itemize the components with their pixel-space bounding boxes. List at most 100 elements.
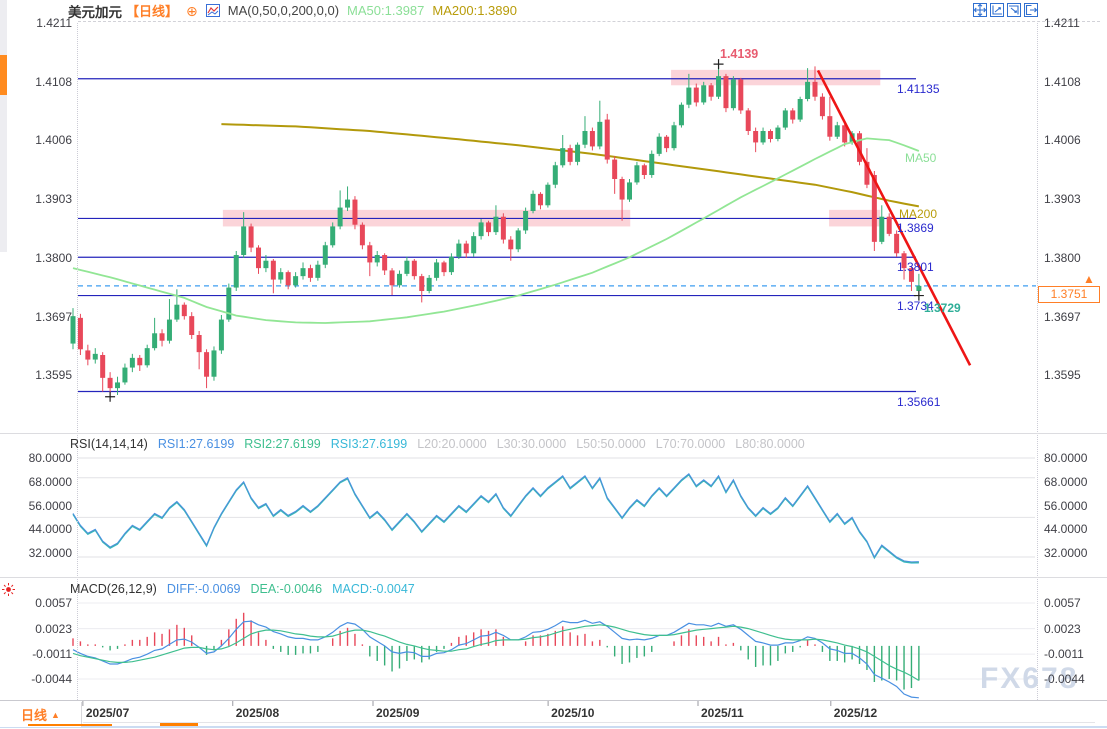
candle-body	[286, 272, 291, 285]
candle-body	[664, 137, 669, 148]
bottom-scroll-track[interactable]	[83, 722, 1095, 723]
legend-item: L50:50.0000	[576, 437, 646, 451]
candle-body	[761, 131, 766, 142]
price-axis-tick-left: 1.3595	[8, 368, 72, 382]
rsi-axis-tick-right: 56.0000	[1044, 499, 1087, 513]
candle-body	[894, 234, 899, 253]
candle-body	[805, 82, 810, 99]
candle-body	[516, 230, 521, 249]
candle-body	[835, 125, 840, 136]
legend-item: L70:70.0000	[656, 437, 726, 451]
price-axis-tick-right: 1.3697	[1044, 310, 1081, 324]
candle-body	[709, 85, 714, 96]
time-axis-label: 2025/08	[236, 706, 279, 720]
plot-left-dotted-border	[77, 23, 78, 700]
candle-body	[345, 200, 350, 208]
candle-body	[775, 128, 780, 139]
candle-body	[108, 378, 113, 388]
candle-body	[382, 255, 387, 270]
candle-body	[219, 320, 224, 351]
add-indicator-icon[interactable]: ⊕	[186, 4, 198, 18]
move-crosshair-icon[interactable]	[973, 3, 987, 17]
candle-body	[820, 97, 825, 116]
candle-body	[308, 268, 313, 278]
candle-body	[605, 120, 610, 160]
tab-daily-label: 日线	[21, 705, 47, 724]
candle-body	[723, 76, 728, 108]
candle-body	[152, 333, 157, 348]
price-alert-icon[interactable]	[1, 582, 16, 597]
candle-body	[397, 274, 402, 285]
macd-axis-tick-right: -0.0011	[1044, 647, 1084, 661]
macd-title: MACD(26,12,9)	[70, 582, 157, 596]
candle-body	[501, 217, 506, 240]
teal-extra-label: 1.3729	[924, 301, 961, 315]
candle-body	[174, 305, 179, 320]
rsi2-line	[73, 474, 919, 562]
price-axis-tick-right: 1.3903	[1044, 192, 1081, 206]
candle-body	[427, 278, 432, 291]
rsi-axis-tick-left: 68.0000	[8, 475, 72, 489]
candle-body	[234, 255, 239, 288]
time-axis-label: 2025/12	[834, 706, 877, 720]
legend-item: MACD:-0.0047	[332, 582, 415, 596]
axis-scale-left-icon[interactable]	[990, 3, 1004, 17]
candle-body	[746, 110, 751, 131]
candle-body	[612, 160, 617, 179]
candle-body	[404, 261, 409, 274]
legend-item: DEA:-0.0046	[250, 582, 322, 596]
candle-body	[137, 358, 142, 365]
chart-header: 美元加元 【日线】 ⊕ MA(0,50,0,200,0,0) MA50:1.39…	[68, 2, 517, 19]
candle-body	[442, 262, 447, 272]
price-axis-tick-left: 1.3903	[8, 192, 72, 206]
period-badge[interactable]: 【日线】	[126, 1, 178, 20]
candle-body	[813, 82, 818, 97]
time-axis-label: 2025/11	[701, 706, 744, 720]
axis-scale-right-icon[interactable]	[1007, 3, 1021, 17]
rsi-axis-tick-right: 68.0000	[1044, 475, 1087, 489]
candle-body	[278, 272, 283, 279]
divider-main-rsi	[0, 433, 1107, 434]
rsi-axis-tick-right: 44.0000	[1044, 522, 1087, 536]
candle-body	[798, 99, 803, 120]
price-axis-tick-right: 1.4211	[1044, 16, 1080, 30]
plot-right-dotted-border	[1037, 23, 1038, 700]
macd-axis-tick-left: 0.0057	[8, 596, 72, 610]
price-axis-tick-left: 1.3697	[8, 310, 72, 324]
legend-item: RSI2:27.6199	[244, 437, 320, 451]
candle-body	[597, 122, 602, 147]
candle-body	[211, 350, 216, 376]
candle-body	[486, 222, 491, 232]
chart-type-icon[interactable]	[206, 4, 220, 17]
main-chart-canvas[interactable]	[0, 0, 1107, 729]
candle-body	[449, 257, 454, 272]
candle-body	[204, 352, 209, 377]
candle-body	[694, 88, 699, 103]
legend-item: L20:20.0000	[417, 437, 487, 451]
tab-daily-arrow-icon: ▲	[51, 710, 60, 720]
candle-body	[189, 316, 194, 335]
macd-axis-tick-right: 0.0057	[1044, 596, 1081, 610]
rsi-title: RSI(14,14,14)	[70, 437, 148, 451]
candle-body	[545, 185, 550, 206]
candle-body	[419, 276, 424, 291]
time-axis-label: 2025/07	[86, 706, 129, 720]
candle-body	[738, 80, 743, 111]
rsi-axis-tick-left: 56.0000	[8, 499, 72, 513]
price-axis-tick-right: 1.4006	[1044, 133, 1081, 147]
candle-body	[315, 265, 320, 278]
candle-body	[620, 179, 625, 200]
divider-macd-axis	[0, 700, 1107, 701]
candle-body	[657, 137, 662, 154]
candle-body	[122, 368, 127, 383]
macd-axis-tick-left: -0.0044	[8, 672, 72, 686]
bottom-scroll-thumb[interactable]	[160, 723, 198, 726]
candle-body	[582, 131, 587, 145]
pan-to-latest-icon[interactable]	[1024, 3, 1038, 17]
candle-body	[375, 255, 380, 262]
candle-body	[456, 244, 461, 257]
candle-body	[412, 261, 417, 276]
candle-body	[672, 125, 677, 148]
last-price-arrow: ▲	[1083, 272, 1095, 286]
candle-body	[249, 226, 254, 247]
